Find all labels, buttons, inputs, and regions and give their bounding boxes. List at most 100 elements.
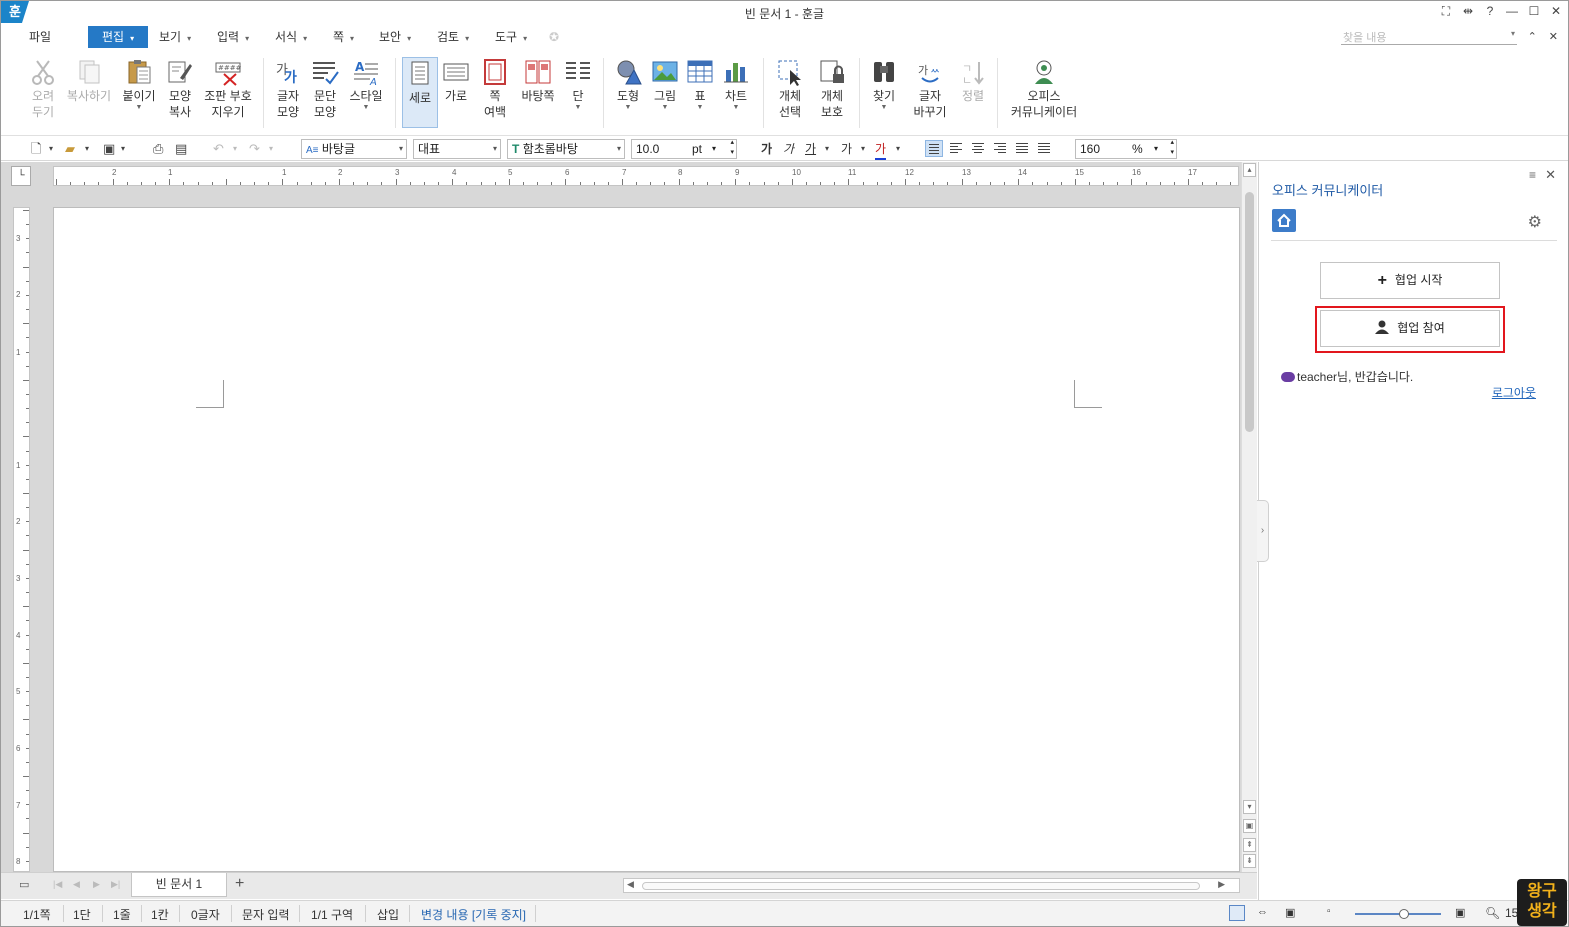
document-page[interactable] [53, 207, 1240, 872]
strike-button[interactable]: 가 [841, 140, 852, 158]
zoom-slider[interactable] [1355, 909, 1441, 919]
font-select[interactable]: T 함초롬바탕 ▾ [507, 139, 625, 159]
menu-tools[interactable]: 도구 ▾ [491, 26, 531, 48]
center-align-button[interactable] [969, 140, 987, 157]
status-input-mode[interactable]: 문자 입력 [242, 906, 290, 923]
replace-button[interactable]: 갔 글자 바꾸기 [907, 58, 953, 120]
spin-icon[interactable]: ▴ ▾ [1170, 138, 1174, 158]
maximize-button[interactable]: ☐ [1528, 4, 1540, 19]
panel-menu-icon[interactable]: ≡ [1529, 168, 1536, 182]
language-select[interactable]: 대표 ▾ [413, 139, 501, 159]
shape-button[interactable]: 도형 ▼ [611, 58, 645, 112]
master-page-button[interactable]: 바탕쪽 [517, 58, 559, 104]
spin-icon[interactable]: ▴ ▾ [730, 138, 734, 158]
horizontal-ruler[interactable]: 2 1 1 2 3 4 5 6 7 8 9 10 11 12 13 14 15 16 17 [53, 166, 1239, 186]
redo-icon[interactable]: ↷ [249, 141, 260, 157]
scroll-up-icon[interactable]: ▴ [1243, 163, 1256, 177]
menu-security[interactable]: 보안 ▾ [375, 26, 415, 48]
chevron-down-icon[interactable]: ▾ [233, 141, 237, 157]
width-view-icon[interactable]: ⇔ [1257, 906, 1268, 918]
tab-list-icon[interactable]: ▭ [19, 878, 29, 891]
prev-tab-icon[interactable]: ◀ [73, 879, 80, 890]
communicator-button[interactable]: 오피스 커뮤니케이터 [1005, 58, 1083, 120]
columns-button[interactable]: 단 ▼ [563, 58, 593, 112]
style-button[interactable]: AA 스타일 ▼ [345, 58, 387, 112]
zoom-slider-knob[interactable] [1399, 909, 1409, 919]
last-tab-icon[interactable]: ▶| [111, 879, 120, 890]
bold-button[interactable]: 가 [761, 140, 772, 158]
italic-button[interactable]: 가 [783, 140, 794, 158]
menu-view[interactable]: 보기 ▾ [155, 26, 195, 48]
chevron-down-icon[interactable]: ▾ [1511, 29, 1515, 38]
horizontal-scrollbar[interactable]: ◀ ▶ [623, 878, 1240, 893]
collapse-ribbon-icon[interactable]: ⌃ [1528, 30, 1537, 43]
resize-icon[interactable]: ⇹ [1462, 4, 1474, 19]
first-tab-icon[interactable]: |◀ [53, 879, 62, 890]
page-view-mode-icon[interactable] [1229, 905, 1245, 921]
tab-stop-icon[interactable]: └ [11, 166, 31, 186]
menu-page[interactable]: 쪽 ▾ [329, 26, 358, 48]
menu-file[interactable]: 파일 [25, 26, 55, 48]
plugin-icon[interactable]: ✪ [545, 26, 563, 48]
settings-gear-icon[interactable]: ⚙ [1528, 212, 1542, 232]
font-size-input[interactable]: 10.0 pt ▾ ▴ ▾ [631, 139, 737, 159]
close-doc-icon[interactable]: ✕ [1549, 30, 1558, 43]
print-preview-icon[interactable]: ▤ [175, 141, 187, 157]
prev-page-icon[interactable]: ⇞ [1243, 838, 1256, 852]
chevron-down-icon[interactable]: ▾ [896, 141, 900, 157]
print-icon[interactable]: ⎙ [153, 141, 163, 157]
para-shape-button[interactable]: 문단 모양 [307, 58, 343, 120]
char-shape-button[interactable]: 가가 글자 모양 [271, 58, 305, 120]
landscape-button[interactable]: 가로 [441, 58, 471, 104]
select-object-button[interactable]: 개체 선택 [771, 58, 809, 120]
vertical-scrollbar[interactable]: ▴ ▾ ▣ ⇞ ⇟ [1241, 162, 1257, 872]
copy-button[interactable]: 복사하기 [65, 58, 113, 104]
find-input[interactable]: 찾을 내용 ▾ [1341, 29, 1517, 45]
logout-link[interactable]: 로그아웃 [1492, 384, 1536, 401]
undo-icon[interactable]: ↶ [213, 141, 224, 157]
scroll-down-icon[interactable]: ▾ [1243, 800, 1256, 814]
zoom-in-icon[interactable]: ▣ [1455, 906, 1465, 919]
chart-button[interactable]: 차트 ▼ [719, 58, 753, 112]
menu-review[interactable]: 검토 ▾ [433, 26, 473, 48]
zoom-magnifier-icon[interactable]: 🔍︎ [1485, 906, 1500, 920]
home-button[interactable] [1272, 209, 1296, 232]
status-page[interactable]: 1/1쪽 [23, 906, 51, 923]
paste-button[interactable]: 붙이기 ▼ [119, 58, 159, 112]
tab-document[interactable]: 빈 문서 1 [131, 873, 227, 897]
page-view-icon[interactable]: ▣ [1243, 819, 1256, 833]
next-tab-icon[interactable]: ▶ [93, 879, 100, 890]
underline-button[interactable]: 가 [805, 140, 816, 158]
menu-insert[interactable]: 입력 ▾ [213, 26, 253, 48]
chevron-down-icon[interactable]: ▾ [861, 141, 865, 157]
scroll-thumb[interactable] [1245, 192, 1254, 432]
panel-collapse-button[interactable]: › [1257, 500, 1269, 562]
zoom-out-icon[interactable]: ▫ [1327, 906, 1331, 917]
distribute-align-button[interactable] [1013, 140, 1031, 157]
line-spacing-input[interactable]: 160 % ▾ ▴ ▾ [1075, 139, 1177, 159]
scroll-right-icon[interactable]: ▶ [1218, 879, 1225, 890]
help-icon[interactable]: ? [1484, 4, 1496, 19]
scroll-left-icon[interactable]: ◀ [627, 879, 634, 890]
find-button[interactable]: 찾기 ▼ [867, 58, 901, 112]
split-align-button[interactable] [1035, 140, 1053, 157]
chevron-down-icon[interactable]: ▾ [269, 141, 273, 157]
clear-marks-button[interactable]: ##### 조판 부호 지우기 [201, 58, 255, 120]
status-track-changes[interactable]: 변경 내용 [기록 중지] [421, 906, 526, 923]
cut-button[interactable]: 오려 두기 [25, 58, 61, 120]
close-button[interactable]: ✕ [1550, 4, 1562, 19]
menu-format[interactable]: 서식 ▾ [271, 26, 311, 48]
panel-close-icon[interactable]: ✕ [1545, 167, 1556, 183]
minimize-button[interactable]: — [1506, 4, 1518, 19]
save-icon[interactable]: ▣ [103, 141, 115, 157]
right-align-button[interactable] [991, 140, 1009, 157]
chevron-down-icon[interactable]: ▾ [85, 141, 89, 157]
font-color-button[interactable]: 가 [875, 140, 887, 160]
chevron-down-icon[interactable]: ▾ [825, 141, 829, 157]
status-insert[interactable]: 삽입 [377, 906, 399, 923]
next-page-icon[interactable]: ⇟ [1243, 854, 1256, 868]
format-copy-button[interactable]: 모양 복사 [163, 58, 197, 120]
chevron-down-icon[interactable]: ▾ [712, 140, 716, 158]
portrait-button[interactable]: 세로 [402, 57, 438, 128]
chevron-down-icon[interactable]: ▾ [1154, 140, 1158, 158]
